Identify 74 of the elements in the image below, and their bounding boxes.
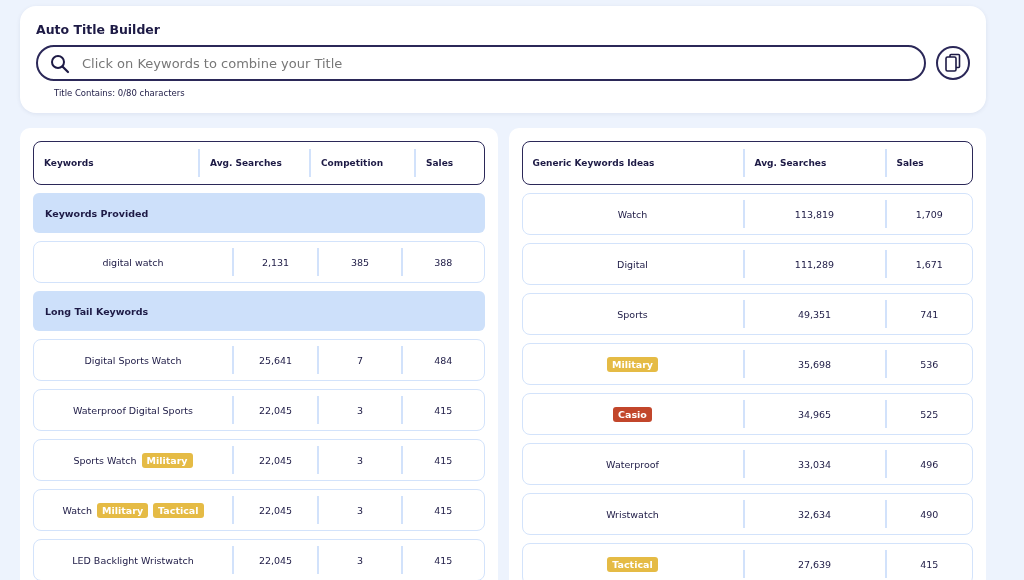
keyword-row[interactable]: Casio 34,965 525 xyxy=(521,393,973,435)
table-cell: 27,639 xyxy=(742,550,885,578)
keyword-text: digital watch xyxy=(102,256,164,268)
column-header: Sales xyxy=(884,149,972,177)
keyword-text: Watch xyxy=(617,208,648,220)
table-cell: 34,965 xyxy=(742,400,885,428)
keyword-text: Watch xyxy=(62,504,93,516)
panel-title: Auto Title Builder xyxy=(36,22,160,37)
table-cell: 1,709 xyxy=(884,200,972,228)
table-cell: 484 xyxy=(401,346,484,374)
column-header: Competition xyxy=(309,149,414,177)
table-cell: 490 xyxy=(884,500,972,528)
copy-icon xyxy=(945,53,961,73)
character-counter: Title Contains: 0/80 characters xyxy=(54,88,185,98)
table-cell: 111,289 xyxy=(742,250,885,278)
table-cell: 415 xyxy=(401,446,484,474)
table-cell: 25,641 xyxy=(232,346,317,374)
column-header: Avg. Searches xyxy=(198,149,309,177)
column-header: Avg. Searches xyxy=(742,149,885,177)
search-icon xyxy=(50,54,70,74)
table-cell: 415 xyxy=(401,496,484,524)
table-cell: 22,045 xyxy=(232,496,317,524)
keyword-text: Waterproof Digital Sports xyxy=(72,404,194,416)
table-cell: 22,045 xyxy=(232,546,317,574)
title-field[interactable]: Click on Keywords to combine your Title xyxy=(36,45,926,81)
section-header: Long Tail Keywords xyxy=(33,291,485,331)
table-cell: 35,698 xyxy=(742,350,885,378)
keyword-text: Sports Watch xyxy=(73,454,137,466)
table-cell: 22,045 xyxy=(232,446,317,474)
table-cell: 32,634 xyxy=(742,500,885,528)
table-cell: 415 xyxy=(884,550,972,578)
table-cell: 536 xyxy=(884,350,972,378)
keyword-text: Digital Sports Watch xyxy=(84,354,182,366)
keyword-row[interactable]: digital watch 2,131 385 388 xyxy=(33,241,485,283)
column-header: Sales xyxy=(414,149,484,177)
table-cell: 33,034 xyxy=(742,450,885,478)
keyword-text: Wristwatch xyxy=(606,508,659,520)
keyword-row[interactable]: Waterproof Digital Sports 22,045 3 415 xyxy=(33,389,485,431)
table-cell: 415 xyxy=(401,396,484,424)
keyword-row[interactable]: Waterproof 33,034 496 xyxy=(521,443,973,485)
table-cell: 385 xyxy=(317,248,401,276)
table-cell: 7 xyxy=(317,346,401,374)
keyword-text: Digital xyxy=(617,258,648,270)
table-cell: 3 xyxy=(317,546,401,574)
keyword-tag[interactable]: Casio xyxy=(613,406,652,422)
keyword-row[interactable]: Watch 113,819 1,709 xyxy=(521,193,973,235)
column-header: Keywords xyxy=(43,157,95,170)
table-cell: 113,819 xyxy=(742,200,885,228)
table-cell: 3 xyxy=(317,446,401,474)
table-cell: 2,131 xyxy=(232,248,317,276)
keyword-row[interactable]: Sports Watch Military 22,045 3 415 xyxy=(33,439,485,481)
keyword-row[interactable]: LED Backlight Wristwatch 22,045 3 415 xyxy=(33,539,485,580)
table-cell: 22,045 xyxy=(232,396,317,424)
table-cell: 3 xyxy=(317,396,401,424)
keyword-text: LED Backlight Wristwatch xyxy=(72,554,194,566)
keyword-row[interactable]: Digital Sports Watch 25,641 7 484 xyxy=(33,339,485,381)
keyword-row[interactable]: Sports 49,351 741 xyxy=(521,293,973,335)
keyword-row[interactable]: Military 35,698 536 xyxy=(521,343,973,385)
table-cell: 741 xyxy=(884,300,972,328)
table-cell: 3 xyxy=(317,496,401,524)
keyword-text: Waterproof xyxy=(606,458,659,470)
keyword-text: Sports xyxy=(617,308,648,320)
table-cell: 525 xyxy=(884,400,972,428)
keyword-row[interactable]: Digital 111,289 1,671 xyxy=(521,243,973,285)
table-cell: 388 xyxy=(401,248,484,276)
table-cell: 1,671 xyxy=(884,250,972,278)
copy-button[interactable] xyxy=(936,46,970,80)
keyword-row[interactable]: Tactical 27,639 415 xyxy=(521,543,973,580)
section-header: Keywords Provided xyxy=(33,193,485,233)
table-cell: 49,351 xyxy=(742,300,885,328)
table-cell: 415 xyxy=(401,546,484,574)
column-header: Generic Keywords Ideas xyxy=(531,157,656,170)
table-cell: 496 xyxy=(884,450,972,478)
keyword-row[interactable]: Wristwatch 32,634 490 xyxy=(521,493,973,535)
